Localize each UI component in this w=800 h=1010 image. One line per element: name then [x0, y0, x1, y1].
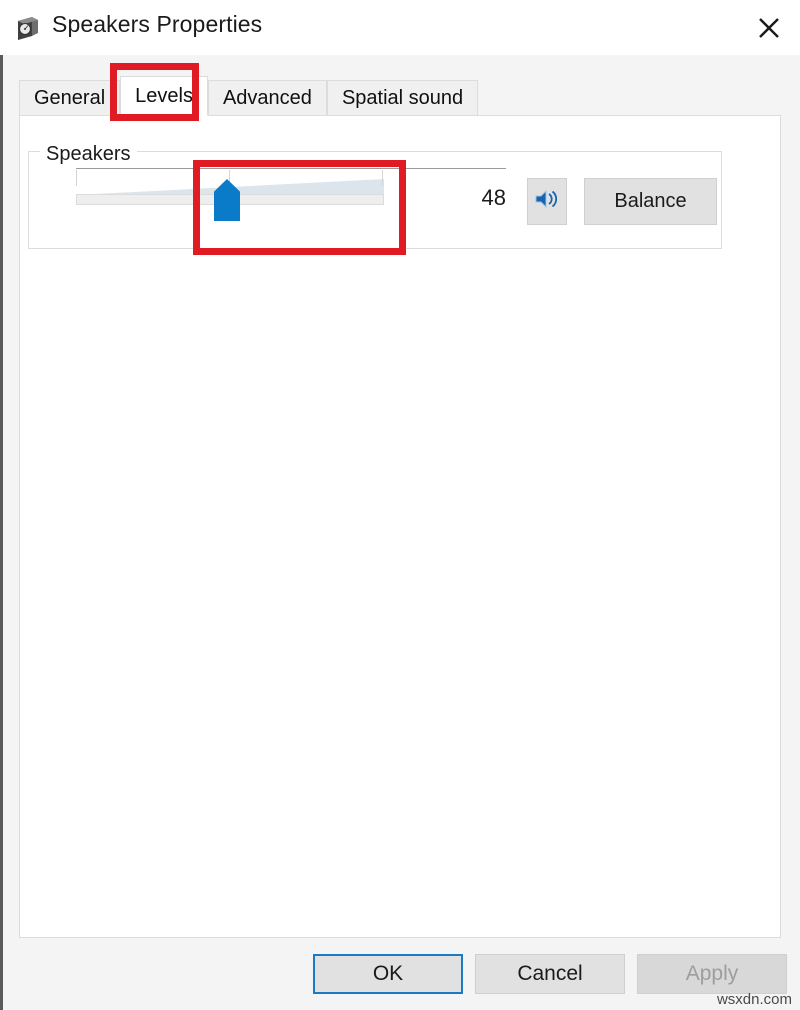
volume-slider[interactable] — [76, 168, 506, 221]
tab-advanced[interactable]: Advanced — [207, 80, 327, 116]
tab-strip: General Levels Advanced Spatial sound — [19, 76, 479, 116]
close-icon[interactable] — [738, 0, 800, 55]
apply-button: Apply — [637, 954, 787, 994]
ok-button[interactable]: OK — [313, 954, 463, 994]
cancel-button[interactable]: Cancel — [475, 954, 625, 994]
window-title: Speakers Properties — [52, 11, 263, 37]
slider-tick-min — [76, 170, 77, 186]
speaker-box-icon — [14, 14, 42, 42]
slider-tick-max — [382, 170, 383, 186]
volume-value: 48 — [481, 185, 506, 210]
speakers-properties-dialog: Speakers Properties General Levels Advan… — [0, 0, 800, 1010]
tab-spatial-sound[interactable]: Spatial sound — [326, 80, 479, 116]
speaker-volume-icon — [534, 187, 560, 216]
tab-levels[interactable]: Levels — [120, 76, 208, 116]
watermark: wsxdn.com — [716, 991, 792, 1008]
mute-button[interactable] — [527, 178, 567, 225]
tab-general[interactable]: General — [19, 80, 121, 116]
speakers-group-label: Speakers — [40, 143, 137, 166]
title-bar: Speakers Properties — [0, 0, 800, 57]
balance-button[interactable]: Balance — [584, 178, 717, 225]
